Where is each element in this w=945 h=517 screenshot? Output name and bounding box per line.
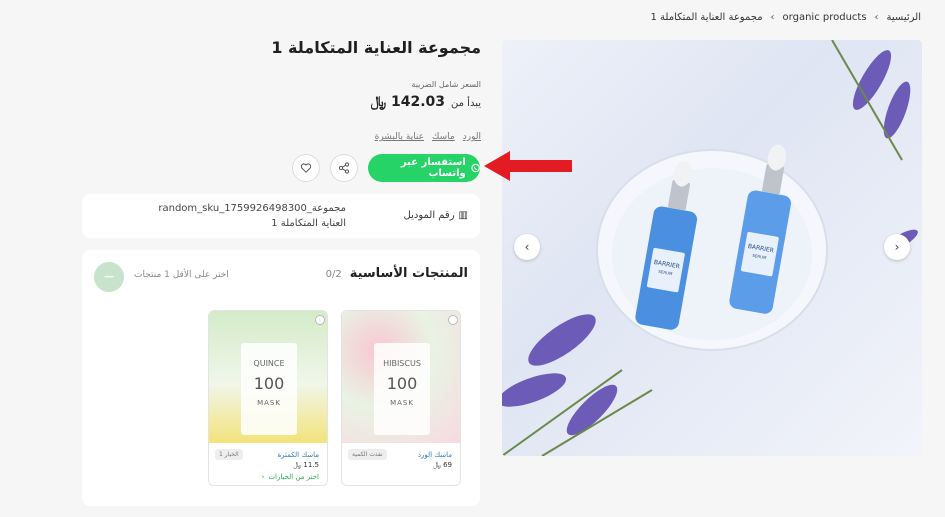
bundle-title-text: المنتجات الأساسية xyxy=(349,266,468,281)
share-icon xyxy=(338,162,350,174)
product-thumbnail: HIBISCUS 100 MASK xyxy=(342,311,460,443)
product-thumbnail: QUINCE 100 MASK xyxy=(209,311,327,443)
whatsapp-inquiry-button[interactable]: استفسار عبر واتساب xyxy=(368,154,480,182)
product-name[interactable]: ماسك الكمثرة xyxy=(277,451,319,459)
breadcrumb-separator: › xyxy=(874,12,879,23)
whatsapp-icon xyxy=(471,163,480,173)
option-badge: الخيار 1 xyxy=(215,449,243,460)
mask-pack: HIBISCUS 100 MASK xyxy=(374,343,430,435)
price-row: يبدأ من 142.03 ﷼ xyxy=(371,94,481,110)
price-prefix: يبدأ من xyxy=(451,98,481,109)
bundle-count: 0/2 xyxy=(325,269,342,280)
pack-number: 100 xyxy=(253,374,285,393)
select-checkbox[interactable] xyxy=(448,315,458,325)
wishlist-button[interactable] xyxy=(292,154,320,182)
share-button[interactable] xyxy=(330,154,358,182)
tag-link[interactable]: عناية بالبشرة xyxy=(375,132,424,142)
product-image: BARRIER SERUM BARRIER SERUM xyxy=(502,40,918,456)
pack-word: MASK xyxy=(257,399,281,407)
whatsapp-label: استفسار عبر واتساب xyxy=(400,157,466,179)
bundle-title: المنتجات الأساسية 0/2 xyxy=(326,266,468,281)
product-price: 69 ﷼ xyxy=(433,461,452,469)
model-number-panel: ▥ رقم الموديل مجموعة_random_sku_17599264… xyxy=(82,194,480,238)
pack-name: HIBISCUS xyxy=(383,359,421,368)
tag-link[interactable]: ماسك xyxy=(432,132,455,142)
select-checkbox[interactable] xyxy=(315,315,325,325)
chevron-left-icon[interactable]: ‹ xyxy=(514,234,540,260)
price-value: 142.03 ﷼ xyxy=(370,94,446,110)
pack-word: MASK xyxy=(390,399,414,407)
product-price: 11.5 ﷼ xyxy=(293,461,319,469)
breadcrumb-separator: › xyxy=(770,12,775,23)
annotation-arrow xyxy=(484,151,572,181)
pack-number: 100 xyxy=(386,374,418,393)
chevron-right-icon[interactable]: › xyxy=(884,234,910,260)
bundle-hint: اختر على الأقل 1 منتجات xyxy=(134,270,229,280)
tax-note: السعر شامل الضريبة xyxy=(411,80,481,89)
choose-options-link[interactable]: اختر من الخيارات ‹ xyxy=(262,473,319,481)
product-tags: الورد ماسك عناية بالبشرة xyxy=(375,132,481,142)
bundle-product-card[interactable]: HIBISCUS 100 MASK ماسك الورد 69 ﷼ نفذت ا… xyxy=(341,310,461,486)
model-value: مجموعة_random_sku_1759926498300 العناية … xyxy=(158,203,346,229)
bundle-panel: المنتجات الأساسية 0/2 اختر على الأقل 1 م… xyxy=(82,250,480,506)
model-label-text: رقم الموديل xyxy=(403,210,455,221)
breadcrumb-home[interactable]: الرئيسية xyxy=(887,12,921,23)
pack-name: QUINCE xyxy=(253,359,285,368)
breadcrumb: الرئيسية › organic products › مجموعة الع… xyxy=(650,12,921,23)
product-name[interactable]: ماسك الورد xyxy=(418,451,452,459)
product-gallery[interactable]: BARRIER SERUM BARRIER SERUM ‹ › xyxy=(502,40,922,456)
bundle-product-card[interactable]: QUINCE 100 MASK ماسك الكمثرة 11.5 ﷼ الخي… xyxy=(208,310,328,486)
model-label: ▥ رقم الموديل xyxy=(404,210,468,221)
bundle-status-icon: − xyxy=(94,262,124,292)
tag-link[interactable]: الورد xyxy=(463,132,481,142)
chevron-left-icon: ‹ xyxy=(261,473,265,481)
product-title: مجموعة العناية المتكاملة 1 xyxy=(271,38,481,57)
barcode-icon: ▥ xyxy=(458,210,468,221)
heart-icon xyxy=(300,163,312,173)
breadcrumb-current: مجموعة العناية المتكاملة 1 xyxy=(650,12,763,23)
stock-badge: نفذت الكمية xyxy=(348,449,387,460)
mask-pack: QUINCE 100 MASK xyxy=(241,343,297,435)
options-label: اختر من الخيارات xyxy=(268,473,319,481)
breadcrumb-category[interactable]: organic products xyxy=(783,12,867,23)
